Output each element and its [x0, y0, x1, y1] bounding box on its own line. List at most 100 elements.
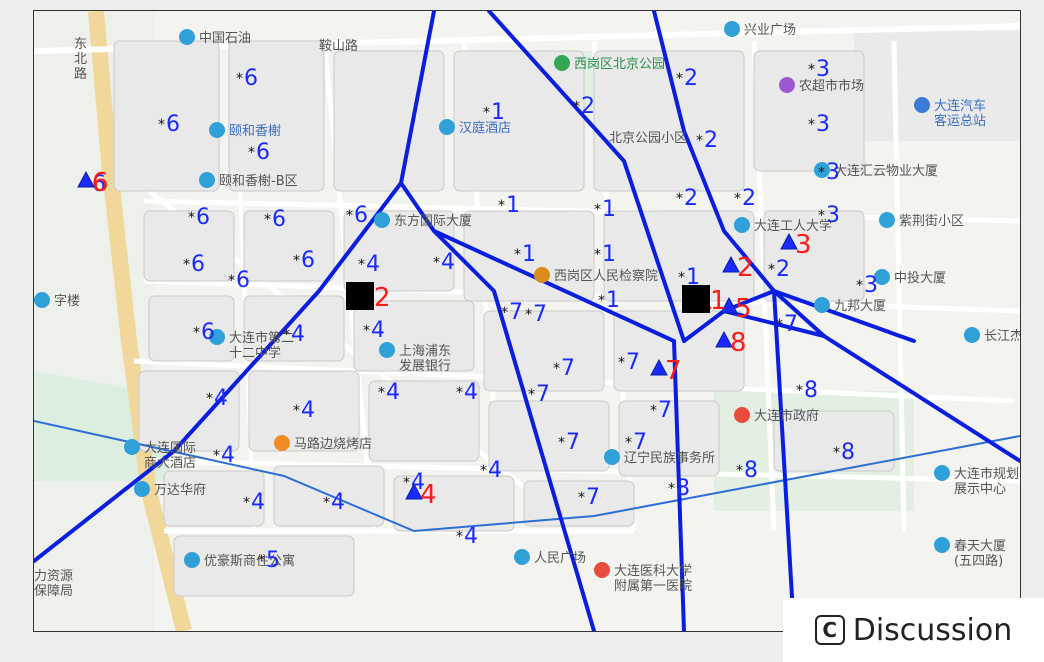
place-label-text: 展示中心: [954, 482, 1006, 497]
poi-pin-icon: [124, 439, 140, 455]
poi-pin-icon: [199, 172, 215, 188]
place-label-text: 路: [74, 66, 87, 82]
node-marker: *: [678, 270, 685, 286]
place-label-text: 大连汇云物业大厦: [834, 163, 938, 179]
node-cluster-label: 8: [841, 440, 855, 465]
place-label-text: 优豪斯商住公寓: [204, 553, 295, 569]
node-marker: *: [818, 208, 825, 224]
facility-label: 1: [710, 286, 727, 316]
node-cluster-label: 3: [816, 57, 830, 82]
poi-pin-icon: [209, 122, 225, 138]
node-marker: *: [594, 247, 601, 263]
node-marker: *: [618, 355, 625, 371]
node-marker: *: [456, 385, 463, 401]
poi-pin-icon: [934, 465, 950, 481]
node-cluster-label: 2: [684, 186, 698, 211]
poi-pin-icon: [374, 212, 390, 228]
node-cluster-label: 3: [864, 273, 878, 298]
place-label-text: 力资源: [34, 569, 73, 584]
node-cluster-label: 4: [366, 252, 380, 277]
node-marker: *: [625, 435, 632, 451]
node-cluster-label: 7: [658, 398, 672, 423]
place-label-text: 大连国际: [144, 440, 196, 456]
node-marker: *: [378, 385, 385, 401]
node-marker: *: [206, 391, 213, 407]
node-marker: *: [676, 71, 683, 87]
node-cluster-label: 1: [506, 193, 520, 218]
node-cluster-label: 4: [464, 380, 478, 405]
node-cluster-label: 4: [214, 386, 228, 411]
node-cluster-label: 6: [244, 66, 258, 91]
facility-label: 5: [735, 294, 752, 324]
discussion-badge[interactable]: C Discussion: [783, 598, 1044, 662]
place-label: 字楼: [34, 292, 80, 309]
place-label-text: 九邦大厦: [834, 299, 886, 314]
place-label-text: 附属第一医院: [614, 579, 692, 594]
place-label: 人民广场: [514, 549, 586, 566]
node-cluster-label: 7: [586, 485, 600, 510]
node-marker: *: [403, 475, 410, 491]
node-cluster-label: 1: [491, 100, 505, 125]
node-cluster-label: 6: [196, 205, 210, 230]
node-cluster-label: 6: [236, 268, 250, 293]
node-cluster-label: 2: [742, 186, 756, 211]
node-marker: *: [808, 117, 815, 133]
node-marker: *: [323, 495, 330, 511]
metro-icon: [514, 549, 530, 565]
node-cluster-label: 7: [626, 350, 640, 375]
node-cluster-label: 4: [386, 380, 400, 405]
node-cluster-label: 4: [251, 490, 265, 515]
place-label-text: 保障局: [34, 584, 73, 599]
poi-pin-icon: [34, 292, 50, 308]
place-label-text: 大连汽车: [934, 98, 986, 114]
node-marker: *: [696, 133, 703, 149]
node-marker: *: [283, 327, 290, 343]
place-label-text: 农超市市场: [799, 78, 864, 94]
node-cluster-label: 5: [266, 548, 280, 573]
poi-pin-icon: [604, 449, 620, 465]
node-marker: *: [553, 361, 560, 377]
node-cluster-label: 1: [602, 242, 616, 267]
c-icon: C: [814, 615, 845, 645]
place-label-text: 西岗区北京公园: [574, 57, 665, 72]
node-cluster-label: 4: [301, 398, 315, 423]
poi-pin-icon: [964, 327, 980, 343]
node-marker: *: [676, 191, 683, 207]
node-cluster-label: 4: [371, 318, 385, 343]
place-label: 颐和香榭: [209, 122, 281, 139]
node-cluster-label: 6: [191, 252, 205, 277]
facility-label: 6: [92, 168, 109, 198]
node-marker: *: [768, 262, 775, 278]
node-marker: *: [363, 323, 370, 339]
node-marker: *: [578, 490, 585, 506]
node-cluster-label: 7: [566, 430, 580, 455]
node-marker: *: [558, 435, 565, 451]
place-label-text: 上海浦东: [399, 344, 451, 359]
place-label-text: 鞍山路: [319, 38, 358, 54]
node-marker: *: [480, 463, 487, 479]
node-cluster-label: 7: [561, 356, 575, 381]
facility-label: 3: [795, 230, 812, 260]
node-marker: *: [498, 198, 505, 214]
node-cluster-label: 1: [602, 197, 616, 222]
square-marker: [346, 282, 374, 310]
place-label-text: 紫荆街小区: [899, 213, 964, 229]
place-label: 长江杰座: [964, 327, 1020, 344]
place-label-text: 颐和香榭-B区: [219, 173, 298, 189]
place-label: 北京公园小区: [609, 131, 687, 146]
facility-label: 4: [420, 480, 437, 510]
poi-pin-icon: [134, 481, 150, 497]
poi-pin-icon: [184, 552, 200, 568]
node-cluster-label: 6: [201, 320, 215, 345]
place-label: 中投大厦: [874, 269, 946, 286]
place-label-text: 马路边烧烤店: [294, 436, 372, 452]
node-marker: *: [228, 273, 235, 289]
place-label: 九邦大厦: [814, 297, 886, 314]
node-marker: *: [293, 403, 300, 419]
node-cluster-label: 8: [804, 378, 818, 403]
hotel-icon: [439, 119, 455, 135]
facility-label: 2: [374, 283, 391, 313]
node-marker: *: [433, 255, 440, 271]
node-marker: *: [483, 105, 490, 121]
place-label-text: 大连医科大学: [614, 563, 692, 579]
